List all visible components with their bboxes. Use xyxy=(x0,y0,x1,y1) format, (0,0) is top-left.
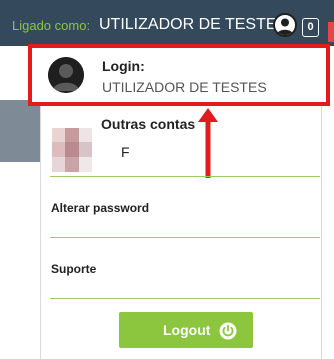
other-account-name[interactable]: F xyxy=(121,144,130,160)
logged-as-label: Ligado como: xyxy=(12,18,91,33)
divider xyxy=(50,237,320,238)
power-icon xyxy=(219,322,237,340)
change-password-link[interactable]: Alterar password xyxy=(51,201,149,215)
screenshot-stage: Ligado como: UTILIZADOR DE TESTES 0 Logi… xyxy=(0,0,334,359)
divider xyxy=(50,176,320,177)
user-silhouette-icon xyxy=(48,57,84,93)
user-silhouette-icon xyxy=(277,18,293,35)
login-avatar-icon xyxy=(48,57,84,93)
arrow-up-icon xyxy=(198,108,218,178)
logout-button[interactable]: Logout xyxy=(119,312,253,348)
other-account-avatar[interactable] xyxy=(52,128,92,172)
other-accounts-title: Outras contas xyxy=(101,116,196,132)
user-avatar-icon[interactable] xyxy=(273,13,297,37)
divider xyxy=(50,298,320,299)
page-background-panel xyxy=(0,100,40,162)
logout-label: Logout xyxy=(163,322,211,338)
topbar-user-name[interactable]: UTILIZADOR DE TESTES xyxy=(99,16,287,34)
notification-counter[interactable]: 0 xyxy=(302,18,319,37)
support-link[interactable]: Suporte xyxy=(51,262,96,276)
top-navigation-bar: Ligado como: UTILIZADOR DE TESTES 0 xyxy=(0,0,334,46)
login-user-name: UTILIZADOR DE TESTES xyxy=(102,79,267,95)
cropped-edge xyxy=(328,22,334,42)
login-info-highlight: Login: UTILIZADOR DE TESTES xyxy=(28,44,330,106)
login-title: Login: xyxy=(102,58,145,74)
